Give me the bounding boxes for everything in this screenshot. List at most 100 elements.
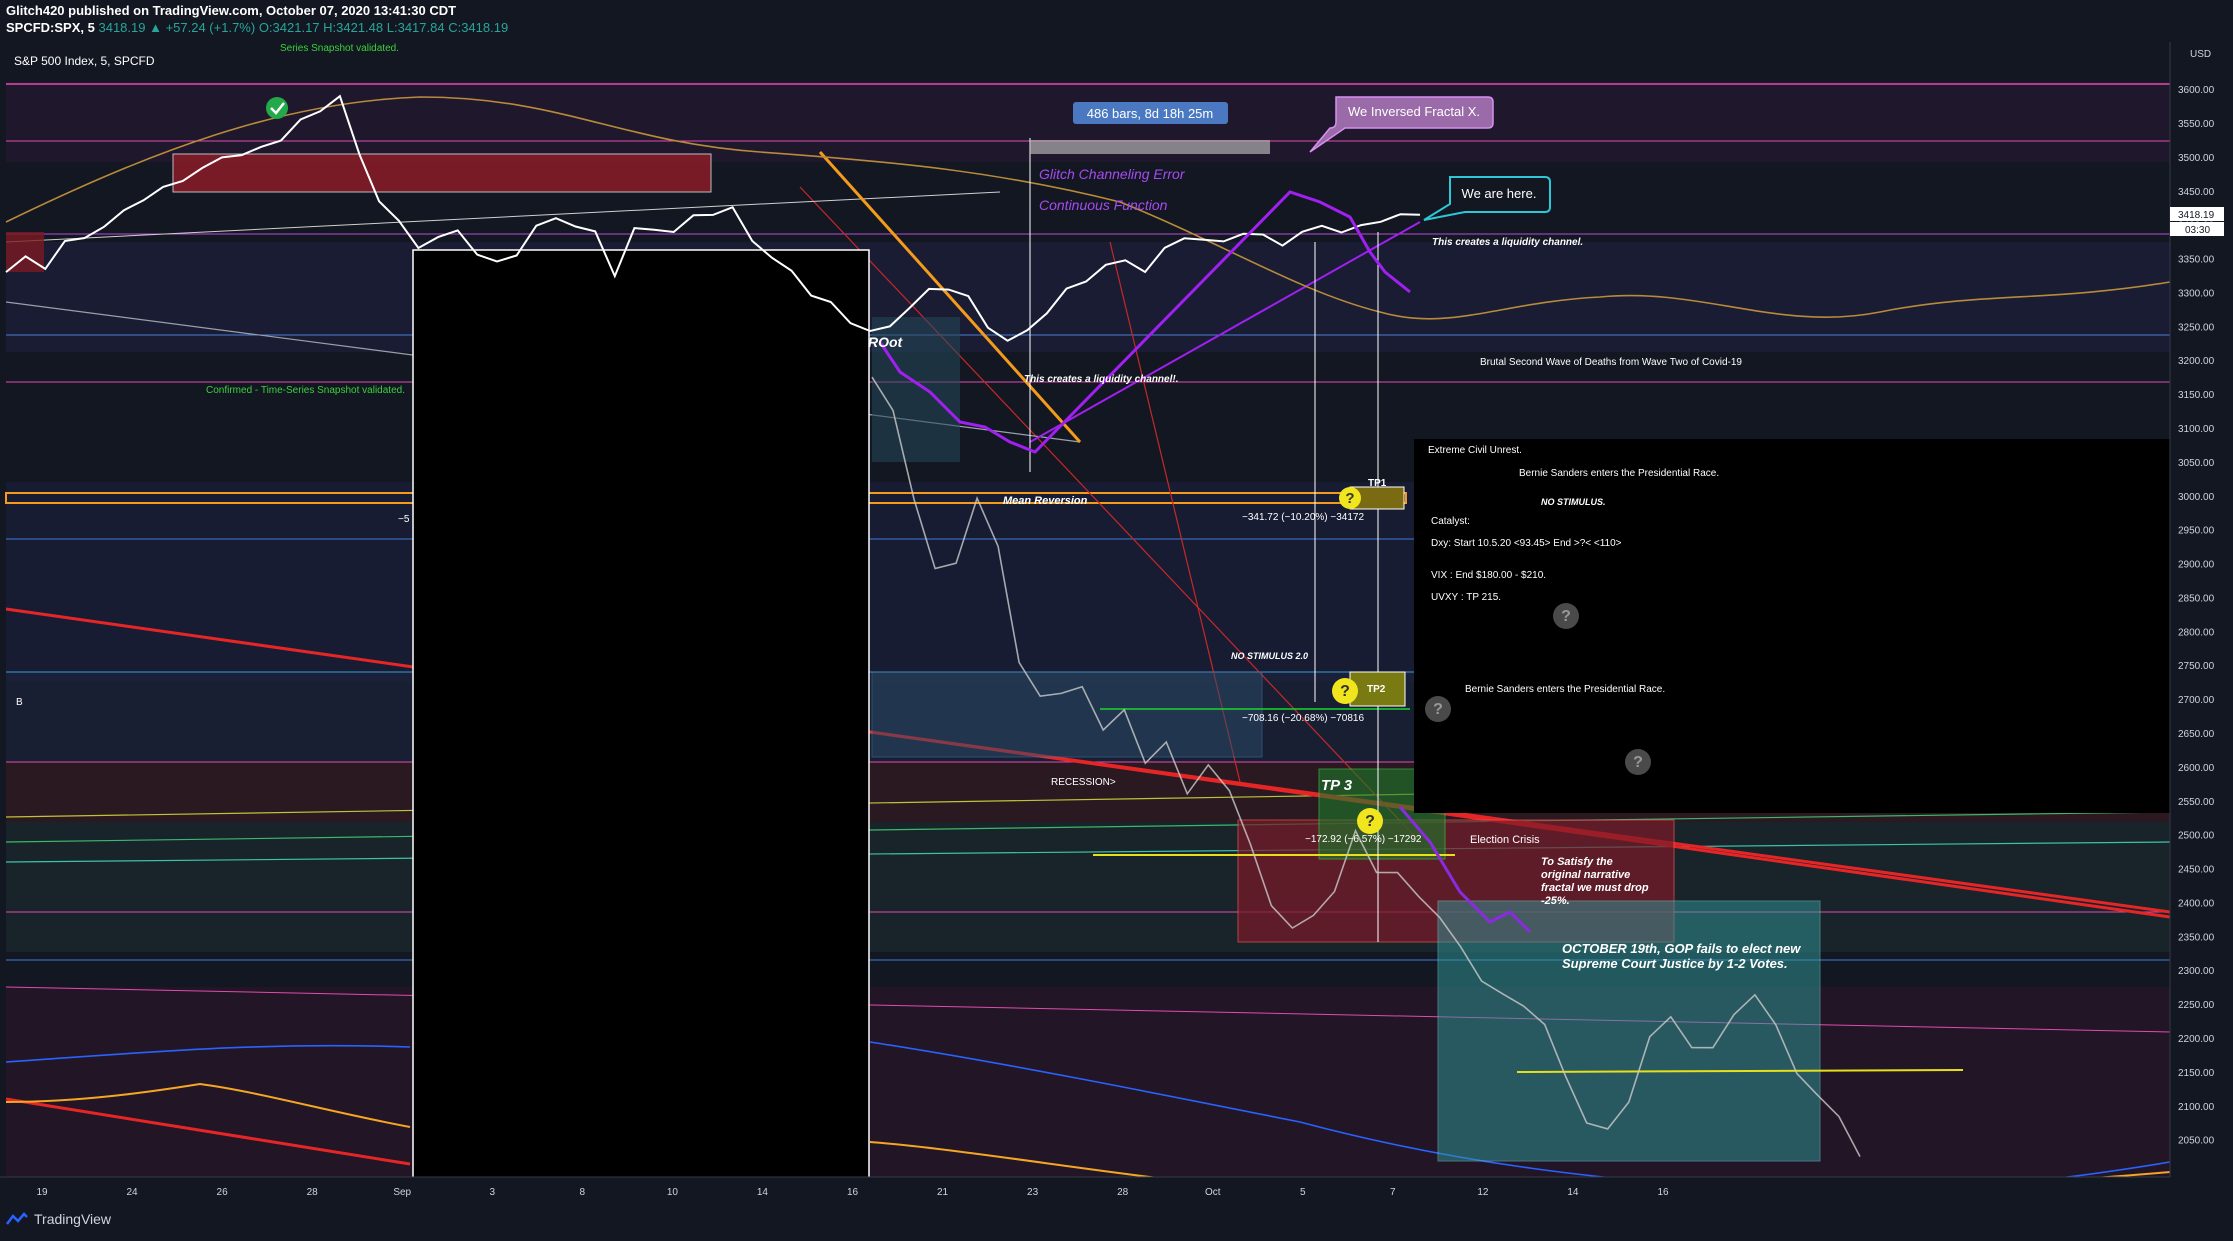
ohlc-values: O:3421.17 H:3421.48 L:3417.84 C:3418.19 <box>258 20 509 35</box>
root-label: ROot <box>868 334 904 350</box>
no-stimulus-label: NO STIMULUS. <box>1541 497 1606 507</box>
x-tick-label: 19 <box>36 1187 48 1198</box>
no-stimulus-2-label: NO STIMULUS 2.0 <box>1231 651 1308 661</box>
confirmed-label: Confirmed - Time-Series Snapshot validat… <box>206 385 405 396</box>
tradingview-icon <box>6 1212 28 1225</box>
chart-area[interactable]: ? ? ? ? ? ? S&P 500 Index, 5, SPCFD 486 … <box>0 42 2233 1217</box>
tp1-label: TP1 <box>1368 478 1387 489</box>
x-tick-label: 8 <box>580 1187 586 1198</box>
y-tick-label: 2650.00 <box>2178 729 2215 740</box>
band-6 <box>6 822 2170 952</box>
x-tick-label: 28 <box>307 1187 319 1198</box>
y-tick-label: 2500.00 <box>2178 831 2215 842</box>
x-tick-label: 10 <box>667 1187 679 1198</box>
october-label: OCTOBER 19th, GOP fails to elect new <box>1562 941 1801 956</box>
catalyst-panel <box>1414 439 2170 813</box>
y-tick-label: 2800.00 <box>2178 627 2215 638</box>
ruler-label: 486 bars, 8d 18h 25m <box>1087 106 1213 121</box>
x-tick-label: Sep <box>393 1187 411 1198</box>
series-validated-label: Series Snapshot validated. <box>280 43 399 54</box>
x-tick-label: Oct <box>1205 1187 1221 1198</box>
x-tick-label: 21 <box>937 1187 949 1198</box>
x-tick-label: 14 <box>1567 1187 1579 1198</box>
symbol-line: SPCFD:SPX, 5 3418.19 ▲ +57.24 (+1.7%) O:… <box>6 20 508 35</box>
blue-zone <box>871 671 1263 758</box>
brutal-label: Brutal Second Wave of Deaths from Wave T… <box>1480 357 1742 368</box>
y-tick-label: 2600.00 <box>2178 763 2215 774</box>
y-tick-label: 2350.00 <box>2178 932 2215 943</box>
y-tick-label: 2700.00 <box>2178 695 2215 706</box>
question-glyph: ? <box>1433 701 1443 718</box>
x-tick-label: 24 <box>126 1187 138 1198</box>
brand-label: TradingView <box>34 1211 112 1227</box>
y-tick-label: 3100.00 <box>2178 424 2215 435</box>
vix-label: VIX : End $180.00 - $210. <box>1431 570 1546 581</box>
chart-title: S&P 500 Index, 5, SPCFD <box>14 54 155 68</box>
check-icon <box>266 97 288 119</box>
tp2-label: TP2 <box>1367 684 1386 695</box>
dxy-label: Dxy: Start 10.5.20 <93.45> End >?< <110> <box>1431 538 1622 549</box>
y-tick-label: 2850.00 <box>2178 593 2215 604</box>
y-tick-label: 2300.00 <box>2178 966 2215 977</box>
october-label: Supreme Court Justice by 1-2 Votes. <box>1562 956 1788 971</box>
left-red-box <box>6 232 44 272</box>
liquidity-label-1: This creates a liquidity channel. <box>1432 237 1583 248</box>
satisfy-label: original narrative <box>1541 869 1630 881</box>
x-tick-label: 12 <box>1477 1187 1489 1198</box>
tp1-measure: −341.72 (−10.20%) −34172 <box>1242 512 1364 523</box>
bernie-label-2: Bernie Sanders enters the Presidential R… <box>1465 684 1665 695</box>
recession-label: RECESSION> <box>1051 777 1116 788</box>
price-axis: 3600.003550.003500.003450.003400.003350.… <box>2169 42 2233 1203</box>
civil-unrest-label: Extreme Civil Unrest. <box>1428 445 1522 456</box>
question-glyph: ? <box>1345 490 1354 507</box>
tp3-label: TP 3 <box>1321 777 1353 794</box>
we-are-here-label: We are here. <box>1462 186 1537 201</box>
question-glyph: ? <box>1633 754 1643 771</box>
y-tick-label: 3600.00 <box>2178 85 2215 96</box>
y-tick-label: 3300.00 <box>2178 288 2215 299</box>
left-measure: −5 <box>398 514 410 525</box>
red-zone-top <box>172 153 712 193</box>
y-tick-label: 2550.00 <box>2178 797 2215 808</box>
ruler-bar <box>1030 140 1270 154</box>
y-tick-label: 3050.00 <box>2178 458 2215 469</box>
tradingview-logo[interactable]: TradingView <box>6 1211 111 1227</box>
tp3-measure: −172.92 (−6.57%) −17292 <box>1305 834 1422 845</box>
time-axis: 19 24 26 28 Sep 3 8 10 14 16 21 23 28 Oct 5 7 12 14 16 <box>0 1176 2233 1203</box>
x-tick-label: 16 <box>847 1187 859 1198</box>
y-tick-label: 2100.00 <box>2178 1102 2215 1113</box>
uvxy-label: UVXY : TP 215. <box>1431 592 1501 603</box>
publisher-line: Glitch420 published on TradingView.com, … <box>6 3 457 18</box>
y-tick-label: 3150.00 <box>2178 390 2215 401</box>
price-chart[interactable]: ? ? ? ? ? ? S&P 500 Index, 5, SPCFD 486 … <box>0 42 2233 1217</box>
y-tick-label: 3000.00 <box>2178 492 2215 503</box>
y-tick-label: 2750.00 <box>2178 661 2215 672</box>
x-tick-label: 23 <box>1027 1187 1039 1198</box>
price-change: 3418.19 ▲ +57.24 (+1.7%) <box>98 20 256 35</box>
b-label: B <box>16 697 23 708</box>
symbol[interactable]: SPCFD:SPX, 5 <box>6 20 95 35</box>
satisfy-label: fractal we must drop <box>1541 882 1649 894</box>
glitch-label: Glitch Channeling Error <box>1039 166 1186 182</box>
election-crisis-label: Election Crisis <box>1470 834 1540 846</box>
x-tick-label: 26 <box>217 1187 229 1198</box>
y-tick-label: 3200.00 <box>2178 356 2215 367</box>
header: Glitch420 published on TradingView.com, … <box>0 0 2233 42</box>
y-tick-label: 2400.00 <box>2178 898 2215 909</box>
satisfy-label: To Satisfy the <box>1541 856 1613 868</box>
y-tick-label: 3250.00 <box>2178 322 2215 333</box>
y-tick-label: 2150.00 <box>2178 1068 2215 1079</box>
satisfy-label: -25%. <box>1541 895 1570 907</box>
tp2-measure: −708.16 (−20.68%) −70816 <box>1242 713 1364 724</box>
last-price: 3418.19 <box>2178 210 2215 221</box>
fractal-label: We Inversed Fractal X. <box>1348 104 1480 119</box>
x-tick-label: 14 <box>757 1187 769 1198</box>
y-tick-label: 2250.00 <box>2178 1000 2215 1011</box>
y-tick-label: 2050.00 <box>2178 1136 2215 1147</box>
y-tick-label: 3550.00 <box>2178 119 2215 130</box>
y-tick-label: 2900.00 <box>2178 560 2215 571</box>
y-tick-label: 3450.00 <box>2178 187 2215 198</box>
question-glyph: ? <box>1340 683 1350 700</box>
mean-reversion-label: Mean Reversion <box>1003 495 1088 507</box>
question-glyph: ? <box>1561 608 1571 625</box>
